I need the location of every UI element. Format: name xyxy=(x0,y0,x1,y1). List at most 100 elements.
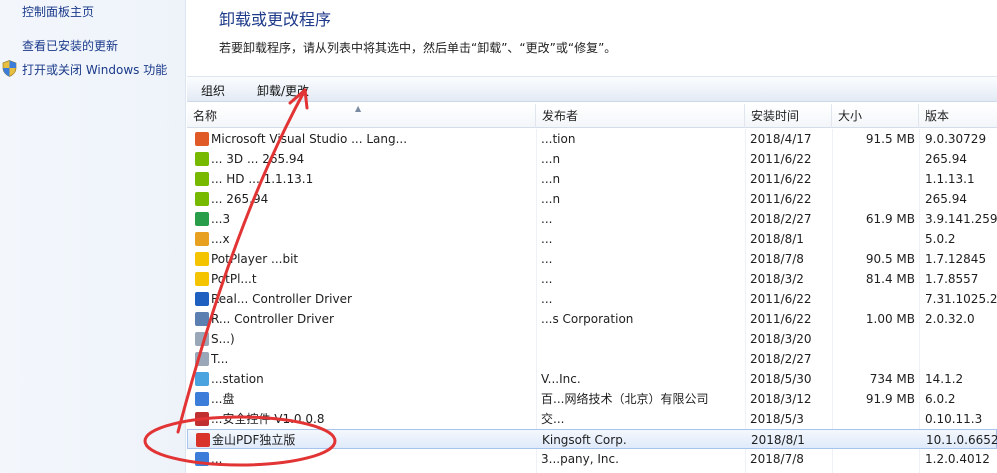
program-install-date: 2011/6/22 xyxy=(750,292,812,306)
table-row[interactable]: PotPlayer ...bit... 2018/7/8 90.5 MB 1.7.12… xyxy=(187,249,997,269)
program-publisher: ... xyxy=(541,292,553,306)
table-header: 名称 发布者 安装时间 大小 版本 xyxy=(187,104,997,128)
program-name: ...x xyxy=(211,232,230,246)
toolbar: 组织 卸载/更改 xyxy=(187,76,997,102)
table-row[interactable]: ... HD ... 1.1.13.1 ...n 2011/6/22 1.1.13.1 xyxy=(187,169,997,189)
table-row[interactable]: PotPl...t... 2018/3/2 81.4 MB 1.7.8557 xyxy=(187,269,997,289)
organize-button[interactable]: 组织 xyxy=(201,82,225,99)
table-row[interactable]: ...station V...Inc. 2018/5/30 734 MB 14.1.2 xyxy=(187,369,997,389)
program-version: 2.0.32.0 xyxy=(925,312,975,326)
column-header-size[interactable]: 大小 xyxy=(832,104,919,128)
program-size xyxy=(837,449,915,469)
app-icon xyxy=(195,352,209,366)
sort-ascending-icon: ▲ xyxy=(355,104,362,113)
program-publisher: ... xyxy=(541,232,553,246)
app-icon xyxy=(195,232,209,246)
potplayer-icon xyxy=(195,252,209,266)
program-size xyxy=(837,169,915,189)
program-version xyxy=(925,349,997,369)
program-size xyxy=(837,149,915,169)
program-publisher: 百...网络技术（北京）有限公司 xyxy=(541,392,709,406)
table-row[interactable]: ...盘 百...网络技术（北京）有限公司 2018/3/12 91.9 MB 6.0.… xyxy=(187,389,997,409)
potplayer-icon xyxy=(195,272,209,286)
table-row[interactable]: Microsoft Visual Studio ... Lang... ...ti… xyxy=(187,129,997,149)
program-size xyxy=(837,229,915,249)
program-publisher: ... xyxy=(541,272,553,286)
program-version: 14.1.2 xyxy=(925,372,964,386)
uninstall-change-button[interactable]: 卸载/更改 xyxy=(257,82,309,99)
program-publisher: ...tion xyxy=(541,132,576,146)
program-publisher: ...n xyxy=(541,152,561,166)
program-name: R... Controller Driver xyxy=(211,312,334,326)
nvidia-icon xyxy=(195,152,209,166)
program-install-date: 2018/2/27 xyxy=(750,212,812,226)
table-row[interactable]: R... Controller Driver ...s Corporation 20… xyxy=(187,309,997,329)
table-row[interactable]: 金山PDF独立版 Kingsoft Corp. 2018/8/1 10.1.0.665… xyxy=(187,429,997,449)
program-name: ...station xyxy=(211,372,264,386)
program-size: 90.5 MB xyxy=(865,252,915,266)
program-version: 3.9.141.259 xyxy=(925,212,997,226)
pdf-icon xyxy=(196,433,210,447)
realtek-icon xyxy=(195,292,209,306)
table-row[interactable]: ... 3...pany, Inc. 2018/7/8 1.2.0.4012 xyxy=(187,449,997,469)
column-header-name[interactable]: 名称 xyxy=(187,104,536,128)
program-size xyxy=(837,329,915,349)
program-version: 265.94 xyxy=(925,152,967,166)
column-header-install-date[interactable]: 安装时间 xyxy=(745,104,832,128)
program-version: 6.0.2 xyxy=(925,392,956,406)
program-version: 7.31.1025.201 xyxy=(925,292,997,306)
program-name: Real... Controller Driver xyxy=(211,292,352,306)
app-icon xyxy=(195,412,209,426)
program-size: 81.4 MB xyxy=(865,272,915,286)
program-size xyxy=(838,430,916,450)
program-install-date: 2018/3/12 xyxy=(750,392,812,406)
program-size: 734 MB xyxy=(869,372,915,386)
view-installed-updates-link[interactable]: 查看已安装的更新 xyxy=(22,37,118,54)
program-install-date: 2011/6/22 xyxy=(750,312,812,326)
program-name: S...) xyxy=(211,332,235,346)
table-row[interactable]: ...x... 2018/8/1 5.0.2 xyxy=(187,229,997,249)
program-version: 1.7.8557 xyxy=(925,272,979,286)
vmware-icon xyxy=(195,372,209,386)
program-size: 91.5 MB xyxy=(865,132,915,146)
windows-features-link[interactable]: 打开或关闭 Windows 功能 xyxy=(22,61,167,78)
table-row[interactable]: ...3... 2018/2/27 61.9 MB 3.9.141.259 xyxy=(187,209,997,229)
program-publisher: ...s Corporation xyxy=(541,312,634,326)
app-icon xyxy=(195,312,209,326)
app-icon xyxy=(195,452,209,466)
column-header-version[interactable]: 版本 xyxy=(919,104,997,128)
program-publisher: Kingsoft Corp. xyxy=(542,433,627,447)
program-publisher xyxy=(541,329,747,349)
program-version: 10.1.0.6652 xyxy=(926,433,997,447)
program-size xyxy=(837,289,915,309)
program-version: 9.0.30729 xyxy=(925,132,987,146)
program-install-date: 2018/7/8 xyxy=(750,252,804,266)
table-row[interactable]: ... 265.94 ...n 2011/6/22 265.94 xyxy=(187,189,997,209)
shield-icon xyxy=(2,60,17,77)
page-description: 若要卸载程序，请从列表中将其选中，然后单击“卸载”、“更改”或“修复”。 xyxy=(219,41,617,55)
left-task-pane: 控制面板主页 查看已安装的更新 打开或关闭 Windows 功能 xyxy=(0,0,186,473)
program-name: ... 3D ... 265.94 xyxy=(211,152,305,166)
control-panel-home-link[interactable]: 控制面板主页 xyxy=(22,3,94,20)
visual-studio-icon xyxy=(195,132,209,146)
table-row[interactable]: S...) 2018/3/20 xyxy=(187,329,997,349)
program-name: ... HD ... 1.1.13.1 xyxy=(211,172,314,186)
program-install-date: 2018/4/17 xyxy=(750,132,812,146)
table-row[interactable]: ...安全控件 V1.0.0.8 交... 2018/5/3 0.10.11.3 xyxy=(187,409,997,429)
program-name: 金山PDF独立版 xyxy=(212,433,296,447)
program-name: Microsoft Visual Studio ... Lang... xyxy=(211,132,408,146)
program-publisher xyxy=(541,349,747,369)
app-icon xyxy=(195,332,209,346)
program-name: PotPlayer ...bit xyxy=(211,252,299,266)
program-name: PotPl...t xyxy=(211,272,257,286)
table-row[interactable]: T... 2018/2/27 xyxy=(187,349,997,369)
program-name: T... xyxy=(211,352,229,366)
table-row[interactable]: Real... Controller Driver... 2011/6/22 7.3… xyxy=(187,289,997,309)
nvidia-icon xyxy=(195,172,209,186)
program-install-date: 2018/8/1 xyxy=(751,433,805,447)
program-publisher: ... xyxy=(541,212,553,226)
program-size: 91.9 MB xyxy=(865,392,915,406)
column-header-publisher[interactable]: 发布者 xyxy=(536,104,745,128)
table-row[interactable]: ... 3D ... 265.94 ...n 2011/6/22 265.94 xyxy=(187,149,997,169)
program-publisher: ... xyxy=(541,252,553,266)
